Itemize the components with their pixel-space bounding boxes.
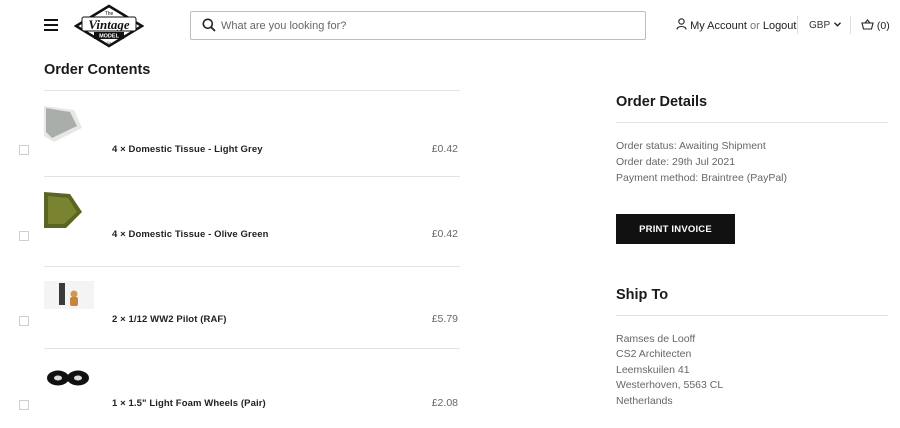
my-account-link[interactable]: My Account [690,20,747,32]
account-links: My Account or Logout [676,18,796,32]
product-thumbnail[interactable] [44,364,94,392]
ship-to-city: Westerhoven, 5563 CL [616,379,724,391]
menu-icon[interactable] [44,19,58,31]
header-divider [797,16,798,34]
order-date: Order date: 29th Jul 2021 [616,156,736,168]
ship-to-name: Ramses de Looff [616,333,696,345]
basket-icon [861,19,874,30]
payment-method: Payment method: Braintree (PayPal) [616,172,787,184]
store-logo[interactable]: The Vintage MODEL Co [73,4,145,48]
search-icon[interactable] [202,18,216,37]
divider [44,266,460,267]
ship-to-title: Ship To [616,287,669,303]
divider [44,90,460,91]
product-thumbnail[interactable] [44,281,94,309]
divider [616,315,888,316]
item-checkbox[interactable] [19,231,29,241]
search-bar[interactable] [190,11,646,40]
item-price: £0.42 [431,143,458,155]
logo-text-bottom: Co [107,41,112,45]
print-invoice-button[interactable]: PRINT INVOICE [616,214,735,244]
currency-label: GBP [809,20,830,31]
item-price: £5.79 [431,313,458,325]
item-name: 1 × 1.5" Light Foam Wheels (Pair) [112,398,266,409]
cart-count: (0) [876,20,890,32]
item-name: 2 × 1/12 WW2 Pilot (RAF) [112,314,227,325]
divider [616,122,888,123]
chevron-down-icon [833,22,841,27]
item-name: 4 × Domestic Tissue - Olive Green [112,229,269,240]
logo-text-sub: MODEL [99,34,120,40]
logout-link[interactable]: Logout [763,20,797,32]
order-status: Order status: Awaiting Shipment [616,140,766,152]
product-thumbnail[interactable] [44,106,94,144]
header-divider [850,16,851,34]
divider [44,176,460,177]
product-thumbnail[interactable] [44,192,94,230]
item-checkbox[interactable] [19,400,29,410]
ship-to-company: CS2 Architecten [616,348,692,360]
cart-button[interactable]: (0) [861,19,890,32]
ship-to-street: Leemskuilen 41 [616,364,690,376]
divider [44,348,460,349]
ship-to-country: Netherlands [616,395,673,407]
order-contents-title: Order Contents [44,62,151,78]
item-checkbox[interactable] [19,316,29,326]
logo-text-main: Vintage [88,17,129,32]
item-price: £0.42 [431,228,458,240]
item-checkbox[interactable] [19,145,29,155]
order-details-title: Order Details [616,94,708,110]
search-input[interactable] [221,16,631,36]
currency-selector[interactable]: GBP [809,20,841,31]
item-name: 4 × Domestic Tissue - Light Grey [112,144,263,155]
logo-graphic: The Vintage MODEL Co [73,4,145,48]
or-text: or [749,20,760,32]
item-price: £2.08 [431,397,458,409]
user-icon[interactable] [676,18,687,30]
